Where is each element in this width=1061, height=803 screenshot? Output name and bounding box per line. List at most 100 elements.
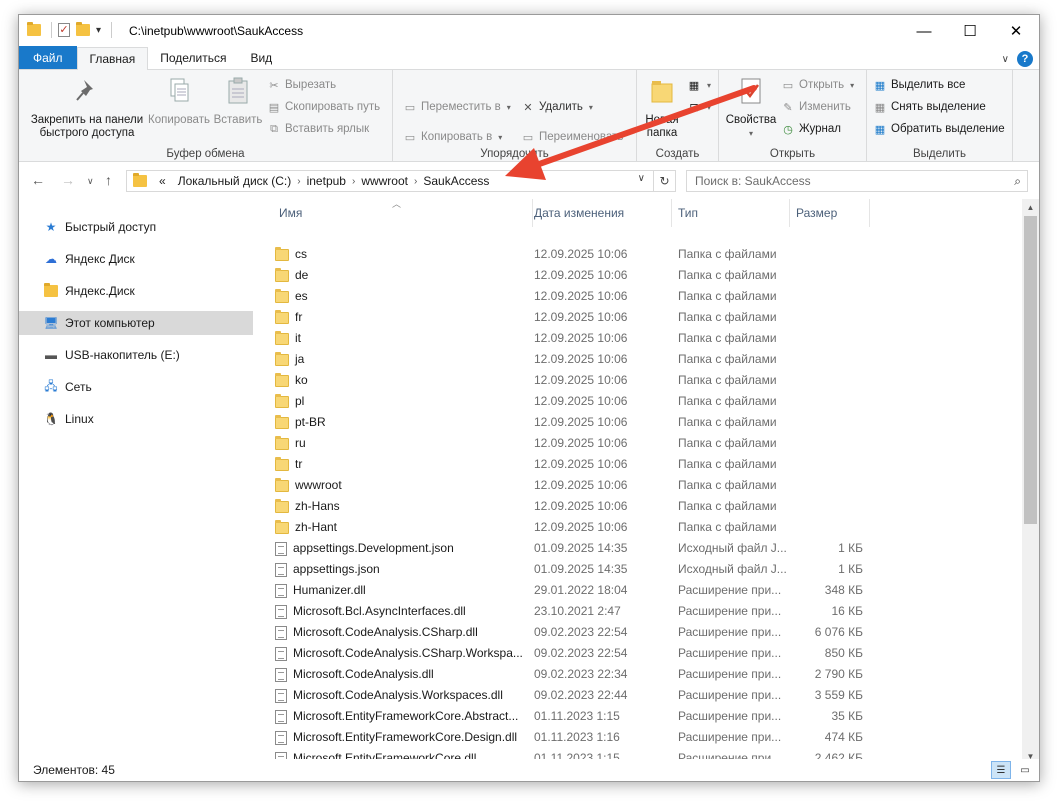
breadcrumb-inetpub[interactable]: inetpub bbox=[301, 174, 352, 188]
copy-to-button[interactable]: ▭ Копировать в ▾ bbox=[403, 130, 502, 144]
paste-shortcut-button[interactable]: ⧉ Вставить ярлык bbox=[267, 122, 369, 136]
collapse-ribbon-icon[interactable]: ∨ bbox=[1002, 54, 1009, 65]
history-button[interactable]: ◷ Журнал bbox=[781, 122, 841, 136]
nav-item-network[interactable]: 🖧 Сеть bbox=[19, 375, 253, 399]
close-button[interactable]: ✕ bbox=[993, 15, 1039, 47]
nav-item-quick-access[interactable]: ★ Быстрый доступ bbox=[19, 215, 253, 239]
file-name-cell[interactable]: wwwroot bbox=[275, 475, 535, 496]
file-name-cell[interactable]: zh-Hans bbox=[275, 496, 535, 517]
cut-button[interactable]: ✂ Вырезать bbox=[267, 78, 336, 92]
file-row[interactable]: fr 12.09.2025 10:06 Папка с файлами bbox=[267, 307, 887, 328]
maximize-button[interactable]: ☐ bbox=[947, 15, 993, 47]
invert-selection-button[interactable]: ▦ Обратить выделение bbox=[873, 122, 1005, 136]
file-name-cell[interactable]: Humanizer.dll bbox=[275, 580, 535, 601]
breadcrumb-wwwroot[interactable]: wwwroot bbox=[355, 174, 414, 188]
file-row[interactable]: Microsoft.Bcl.AsyncInterfaces.dll 23.10.2… bbox=[267, 601, 887, 622]
file-row[interactable]: cs 12.09.2025 10:06 Папка с файлами bbox=[267, 244, 887, 265]
file-row[interactable]: Microsoft.EntityFrameworkCore.Design.dll… bbox=[267, 727, 887, 748]
file-name-cell[interactable]: Microsoft.CodeAnalysis.dll bbox=[275, 664, 535, 685]
address-bar[interactable]: « Локальный диск (C:) › inetpub › wwwroo… bbox=[126, 170, 676, 192]
file-name-cell[interactable]: ja bbox=[275, 349, 535, 370]
file-name-cell[interactable]: it bbox=[275, 328, 535, 349]
select-all-button[interactable]: ▦ Выделить все bbox=[873, 78, 966, 92]
file-row[interactable]: Humanizer.dll 29.01.2022 18:04 Расширение … bbox=[267, 580, 887, 601]
file-name-cell[interactable]: appsettings.Development.json bbox=[275, 538, 535, 559]
file-row[interactable]: ja 12.09.2025 10:06 Папка с файлами bbox=[267, 349, 887, 370]
file-row[interactable]: Microsoft.CodeAnalysis.CSharp.Workspa...… bbox=[267, 643, 887, 664]
forward-arrow-icon[interactable]: → bbox=[61, 172, 75, 188]
file-name-cell[interactable]: Microsoft.CodeAnalysis.CSharp.Workspa... bbox=[275, 643, 535, 664]
column-header-name[interactable]: Имя bbox=[273, 199, 533, 227]
file-row[interactable]: tr 12.09.2025 10:06 Папка с файлами bbox=[267, 454, 887, 475]
file-row[interactable]: Microsoft.EntityFrameworkCore.Abstract..… bbox=[267, 706, 887, 727]
file-row[interactable]: pl 12.09.2025 10:06 Папка с файлами bbox=[267, 391, 887, 412]
column-header-type[interactable]: Тип bbox=[672, 199, 790, 227]
file-name-cell[interactable]: fr bbox=[275, 307, 535, 328]
file-name-cell[interactable]: Microsoft.CodeAnalysis.Workspaces.dll bbox=[275, 685, 535, 706]
pin-quick-access-button[interactable]: Закрепить на панели быстрого доступа bbox=[25, 76, 149, 140]
file-row[interactable]: ru 12.09.2025 10:06 Папка с файлами bbox=[267, 433, 887, 454]
scroll-thumb[interactable] bbox=[1024, 216, 1037, 524]
column-header-size[interactable]: Размер bbox=[790, 199, 870, 227]
new-item-button[interactable]: ▦ ▾ bbox=[687, 78, 711, 92]
breadcrumb-local-disk[interactable]: Локальный диск (C:) bbox=[172, 174, 298, 188]
minimize-button[interactable]: — bbox=[901, 15, 947, 47]
search-input[interactable]: Поиск в: SaukAccess ⌕ bbox=[686, 170, 1028, 192]
back-arrow-icon[interactable]: ← bbox=[31, 172, 45, 188]
tab-home[interactable]: Главная bbox=[76, 47, 149, 70]
select-none-button[interactable]: ▦ Снять выделение bbox=[873, 100, 986, 114]
nav-item-yandex-disk[interactable]: ☁ Яндекс Диск bbox=[19, 247, 253, 271]
file-name-cell[interactable]: pl bbox=[275, 391, 535, 412]
customize-qat-dropdown-icon[interactable]: ▾ bbox=[96, 25, 101, 36]
properties-button[interactable]: Свойства ▾ bbox=[723, 76, 779, 140]
file-name-cell[interactable]: Microsoft.EntityFrameworkCore.Abstract..… bbox=[275, 706, 535, 727]
refresh-icon[interactable]: ↻ bbox=[653, 171, 675, 191]
vertical-scrollbar[interactable]: ▲ ▼ bbox=[1022, 199, 1039, 765]
file-row[interactable]: zh-Hans 12.09.2025 10:06 Папка с файлами bbox=[267, 496, 887, 517]
search-icon[interactable]: ⌕ bbox=[1014, 174, 1021, 189]
file-row[interactable]: appsettings.Development.json 01.09.2025 1… bbox=[267, 538, 887, 559]
edit-button[interactable]: ✎ Изменить bbox=[781, 100, 850, 114]
file-name-cell[interactable]: ko bbox=[275, 370, 535, 391]
copy-button[interactable]: Копировать bbox=[147, 76, 211, 127]
file-row[interactable]: appsettings.json 01.09.2025 14:35 Исходный… bbox=[267, 559, 887, 580]
scroll-up-icon[interactable]: ▲ bbox=[1022, 199, 1039, 216]
new-folder-icon[interactable] bbox=[76, 22, 90, 36]
file-name-cell[interactable]: cs bbox=[275, 244, 535, 265]
file-name-cell[interactable]: pt-BR bbox=[275, 412, 535, 433]
file-name-cell[interactable]: Microsoft.EntityFrameworkCore.Design.dll bbox=[275, 727, 535, 748]
new-folder-button[interactable]: Новая папка bbox=[641, 76, 683, 140]
file-name-cell[interactable]: de bbox=[275, 265, 535, 286]
delete-button[interactable]: ✕ Удалить ▾ bbox=[521, 100, 593, 114]
file-row[interactable]: zh-Hant 12.09.2025 10:06 Папка с файлами bbox=[267, 517, 887, 538]
file-name-cell[interactable]: ru bbox=[275, 433, 535, 454]
file-row[interactable]: de 12.09.2025 10:06 Папка с файлами bbox=[267, 265, 887, 286]
file-name-cell[interactable]: Microsoft.CodeAnalysis.CSharp.dll bbox=[275, 622, 535, 643]
nav-item-linux[interactable]: 🐧 Linux bbox=[19, 407, 253, 431]
rename-button[interactable]: ▭ Переименовать bbox=[521, 130, 624, 144]
copy-path-button[interactable]: ▤ Скопировать путь bbox=[267, 100, 380, 114]
file-name-cell[interactable]: appsettings.json bbox=[275, 559, 535, 580]
file-name-cell[interactable]: es bbox=[275, 286, 535, 307]
properties-check-icon[interactable]: ✓ bbox=[58, 23, 70, 37]
breadcrumb-prefix[interactable]: « bbox=[153, 174, 172, 188]
file-name-cell[interactable]: zh-Hant bbox=[275, 517, 535, 538]
large-icons-view-icon[interactable]: ▭ bbox=[1015, 761, 1035, 779]
move-to-button[interactable]: ▭ Переместить в ▾ bbox=[403, 100, 511, 114]
file-row[interactable]: Microsoft.CodeAnalysis.dll 09.02.2023 22:… bbox=[267, 664, 887, 685]
paste-button[interactable]: Вставить bbox=[211, 76, 265, 127]
breadcrumb-saukaccess[interactable]: SaukAccess bbox=[417, 174, 495, 188]
help-icon[interactable]: ? bbox=[1017, 51, 1033, 67]
file-row[interactable]: Microsoft.CodeAnalysis.CSharp.dll 09.02.2… bbox=[267, 622, 887, 643]
address-dropdown-icon[interactable]: ∨ bbox=[638, 173, 645, 184]
nav-item-this-pc[interactable]: 🖥 Этот компьютер bbox=[19, 311, 253, 335]
easy-access-button[interactable]: ⊡ ▾ bbox=[687, 100, 711, 114]
tab-view[interactable]: Вид bbox=[238, 46, 284, 69]
file-name-cell[interactable]: tr bbox=[275, 454, 535, 475]
nav-item-usb-drive[interactable]: ▬ USB-накопитель (E:) bbox=[19, 343, 253, 367]
file-name-cell[interactable]: Microsoft.Bcl.AsyncInterfaces.dll bbox=[275, 601, 535, 622]
file-row[interactable]: pt-BR 12.09.2025 10:06 Папка с файлами bbox=[267, 412, 887, 433]
tab-file[interactable]: Файл bbox=[19, 46, 77, 69]
details-view-icon[interactable]: ☰ bbox=[991, 761, 1011, 779]
file-row[interactable]: it 12.09.2025 10:06 Папка с файлами bbox=[267, 328, 887, 349]
